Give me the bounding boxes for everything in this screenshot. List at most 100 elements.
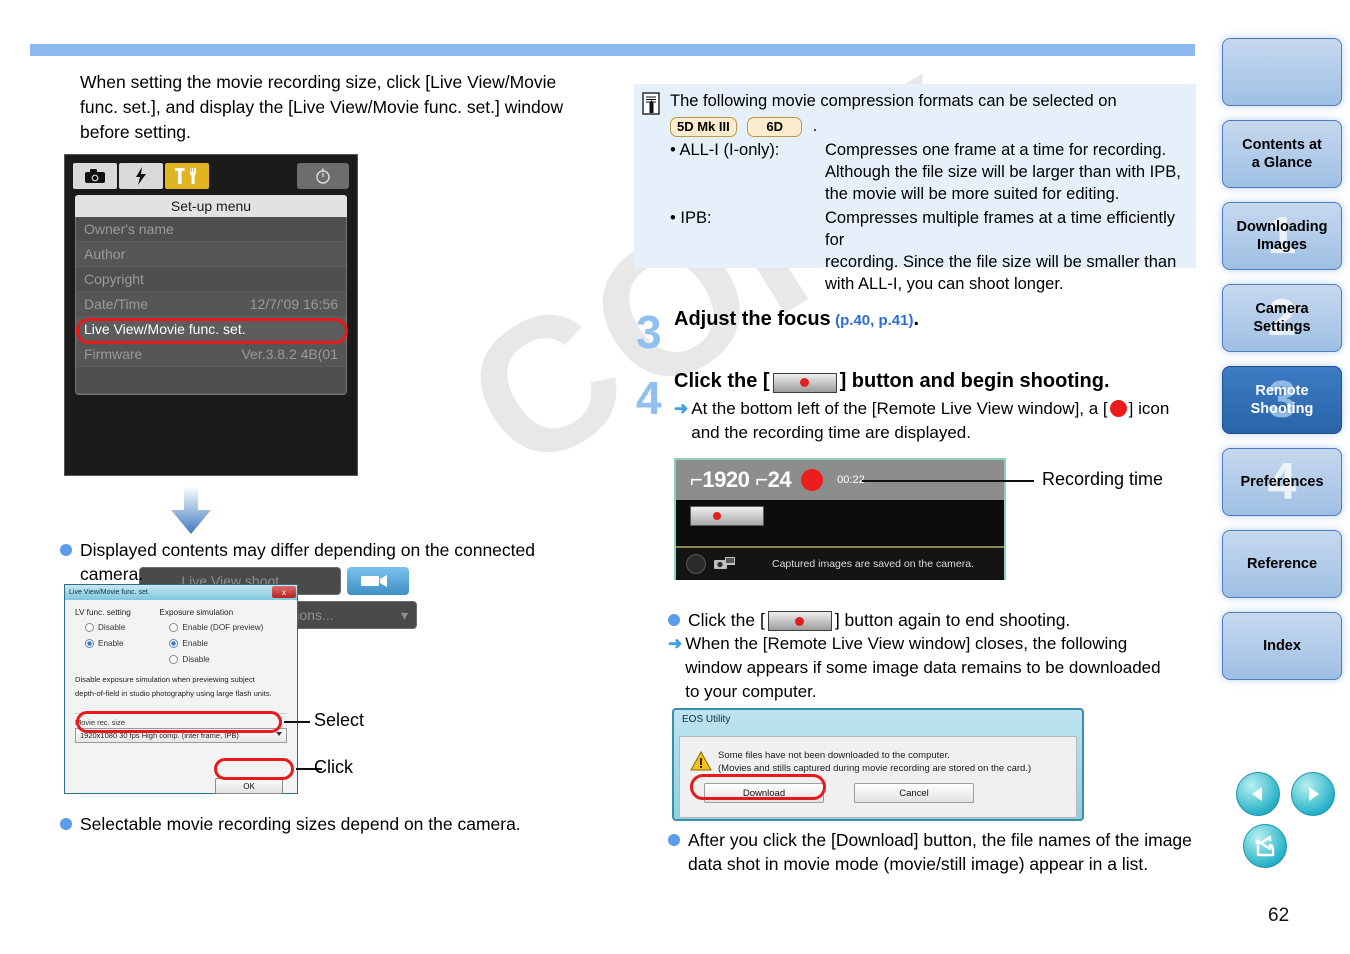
arrow-close-line-1: When the [Remote Live View window] close… bbox=[685, 634, 1128, 653]
close-icon[interactable]: x bbox=[272, 586, 296, 598]
exposure-option-disable[interactable]: Disable bbox=[169, 655, 287, 664]
sidebar-item-label: Preferences bbox=[1240, 474, 1324, 490]
chevron-down-icon bbox=[276, 732, 282, 736]
bullet-after-download-text: After you click the [Download] button, t… bbox=[688, 828, 1192, 876]
camera-menu-row-copyright[interactable]: Copyright bbox=[76, 267, 346, 292]
arrow-close-line-3: to your computer. bbox=[685, 682, 817, 701]
exposure-option-enable[interactable]: Enable bbox=[169, 639, 287, 648]
sidebar-item-camera-settings[interactable]: 2 Camera Settings bbox=[1222, 284, 1342, 352]
sidebar-item-introduction[interactable] bbox=[1222, 38, 1342, 106]
step-4-title-before: Click the [ bbox=[674, 370, 770, 392]
note-item-all-i: • ALL-I (I-only): Compresses one frame a… bbox=[670, 139, 1190, 205]
exposure-option-enable-dof[interactable]: Enable (DOF preview) bbox=[169, 623, 287, 632]
camera-tab-timer-icon[interactable] bbox=[297, 163, 349, 189]
camera-tab-shooting-icon[interactable] bbox=[73, 163, 117, 189]
dialog-note-line-1: Disable exposure simulation when preview… bbox=[75, 675, 255, 684]
step-3-number: 3 bbox=[636, 306, 662, 358]
camera-menu-row-owners-name[interactable]: Owner's name bbox=[76, 217, 346, 242]
lv-func-option-disable[interactable]: Disable bbox=[85, 623, 159, 632]
option-label: Enable bbox=[182, 639, 208, 648]
intro-line-3: before setting. bbox=[80, 122, 191, 142]
sidebar-item-reference[interactable]: Reference bbox=[1222, 530, 1342, 598]
row-label: Firmware bbox=[84, 346, 143, 362]
camera-menu-tabs bbox=[65, 155, 357, 193]
option-label: Disable bbox=[98, 623, 126, 632]
row-label: Owner's name bbox=[84, 221, 174, 237]
end-shooting-after: ] button again to end shooting. bbox=[834, 610, 1071, 630]
lv-func-option-enable[interactable]: Enable bbox=[85, 639, 159, 648]
sidebar-label-line-2: Settings bbox=[1253, 319, 1311, 335]
step-3-page-ref[interactable]: (p.40, p.41) bbox=[835, 312, 913, 329]
arrow-close-text: When the [Remote Live View window] close… bbox=[685, 632, 1160, 704]
bullet-dot-icon bbox=[60, 544, 72, 556]
sidebar-label-line-2: a Glance bbox=[1251, 155, 1313, 171]
step-3-period: . bbox=[913, 308, 920, 330]
bullet-text: Displayed contents may differ depending … bbox=[80, 540, 535, 584]
recording-time-value: 00:22 bbox=[837, 474, 865, 486]
ok-button[interactable]: OK bbox=[215, 778, 283, 794]
note-item-line: with ALL-I, you can shoot longer. bbox=[825, 275, 1064, 293]
page-number: 62 bbox=[1268, 905, 1290, 926]
download-highlight-ring bbox=[690, 774, 826, 800]
sidebar-item-downloading-images[interactable]: 1 Downloading Images bbox=[1222, 202, 1342, 270]
sidebar-label-line-1: Remote bbox=[1255, 383, 1309, 399]
shutter-button-icon[interactable] bbox=[686, 554, 706, 574]
camera-tab-setup-icon[interactable] bbox=[165, 163, 209, 189]
step-3: 3 Adjust the focus (p.40, p.41). bbox=[636, 308, 1196, 355]
step-4-sub-line-2: ] icon bbox=[1128, 399, 1170, 418]
row-label: Copyright bbox=[84, 271, 144, 287]
note-period: . bbox=[812, 117, 818, 135]
page-root: COPY When setting the movie recording si… bbox=[0, 0, 1350, 954]
next-page-icon[interactable] bbox=[1291, 772, 1336, 816]
cancel-button[interactable]: Cancel bbox=[854, 783, 974, 803]
select-highlight-ring bbox=[76, 711, 282, 733]
eos-utility-dialog: EOS Utility Some files have not been dow… bbox=[672, 708, 1084, 821]
step-4-number: 4 bbox=[636, 372, 662, 424]
step-4: 4 Click the [] button and begin shooting… bbox=[636, 370, 1196, 445]
resolution-number: 1920 bbox=[702, 467, 750, 492]
radio-icon bbox=[169, 655, 179, 664]
note-item-key: • IPB: bbox=[670, 209, 712, 227]
recording-time-callout-label: Recording time bbox=[1042, 469, 1164, 489]
warning-icon bbox=[690, 750, 712, 771]
sidebar-item-remote-shooting[interactable]: 3 Remote Shooting bbox=[1222, 366, 1342, 434]
camera-setup-menu-screenshot: Set-up menu Owner's name Author Copyrigh… bbox=[64, 154, 417, 629]
note-item-ipb: • IPB: Compresses multiple frames at a t… bbox=[670, 207, 1190, 295]
live-view-status-bar: Captured images are saved on the camera. bbox=[676, 548, 1004, 580]
prev-page-icon[interactable] bbox=[1236, 772, 1280, 816]
row-value: Ver.3.8.2 4B(01 bbox=[241, 346, 338, 362]
camera-menu-row-blank bbox=[76, 367, 346, 394]
movie-resolution-value: ⌐1920 bbox=[690, 467, 750, 492]
sidebar-item-preferences[interactable]: 4 Preferences bbox=[1222, 448, 1342, 516]
camera-menu-row-author[interactable]: Author bbox=[76, 242, 346, 267]
step-4-sub-line-3: and the recording time are displayed. bbox=[691, 423, 971, 442]
after-download-line-1: After you click the [Download] button, t… bbox=[688, 830, 1192, 850]
note-icon bbox=[642, 92, 662, 116]
eos-dialog-title: EOS Utility bbox=[682, 714, 731, 725]
callout-click-label: Click bbox=[314, 757, 353, 777]
bullet-dot-icon bbox=[60, 818, 72, 830]
movie-record-button-icon[interactable] bbox=[772, 372, 837, 393]
sidebar-label-line-1: Camera bbox=[1255, 301, 1309, 317]
sidebar-label-line-2: Shooting bbox=[1250, 401, 1314, 417]
go-back-icon[interactable] bbox=[1243, 824, 1287, 868]
camera-save-icon bbox=[714, 556, 736, 572]
option-label: Disable bbox=[182, 655, 210, 664]
movie-record-button-icon[interactable] bbox=[767, 611, 832, 632]
camera-menu-row-date-time[interactable]: Date/Time 12/7/'09 16:56 bbox=[76, 292, 346, 317]
row-value: 12/7/'09 16:56 bbox=[249, 296, 338, 312]
note-body: The following movie compression formats … bbox=[670, 90, 1190, 295]
sidebar-label-line-1: Contents at bbox=[1242, 137, 1322, 153]
bullet-dot-icon bbox=[668, 834, 680, 846]
sidebar-item-label: Reference bbox=[1246, 556, 1318, 572]
camera-menu-row-firmware[interactable]: Firmware Ver.3.8.2 4B(01 bbox=[76, 342, 346, 367]
after-download-line-2: data shot in movie mode (movie/still ima… bbox=[688, 854, 1149, 874]
sidebar-item-index[interactable]: Index bbox=[1222, 612, 1342, 680]
movie-record-button[interactable] bbox=[690, 506, 764, 526]
camera-tab-flash-icon[interactable] bbox=[119, 163, 163, 189]
note-item-key: • ALL-I (I-only): bbox=[670, 141, 780, 159]
lv-func-setting-heading: LV func. setting bbox=[75, 608, 131, 617]
sidebar-item-contents-at-a-glance[interactable]: Contents at a Glance bbox=[1222, 120, 1342, 188]
eos-dialog-message: Some files have not been downloaded to t… bbox=[718, 749, 1031, 775]
option-label: Enable (DOF preview) bbox=[182, 623, 264, 632]
